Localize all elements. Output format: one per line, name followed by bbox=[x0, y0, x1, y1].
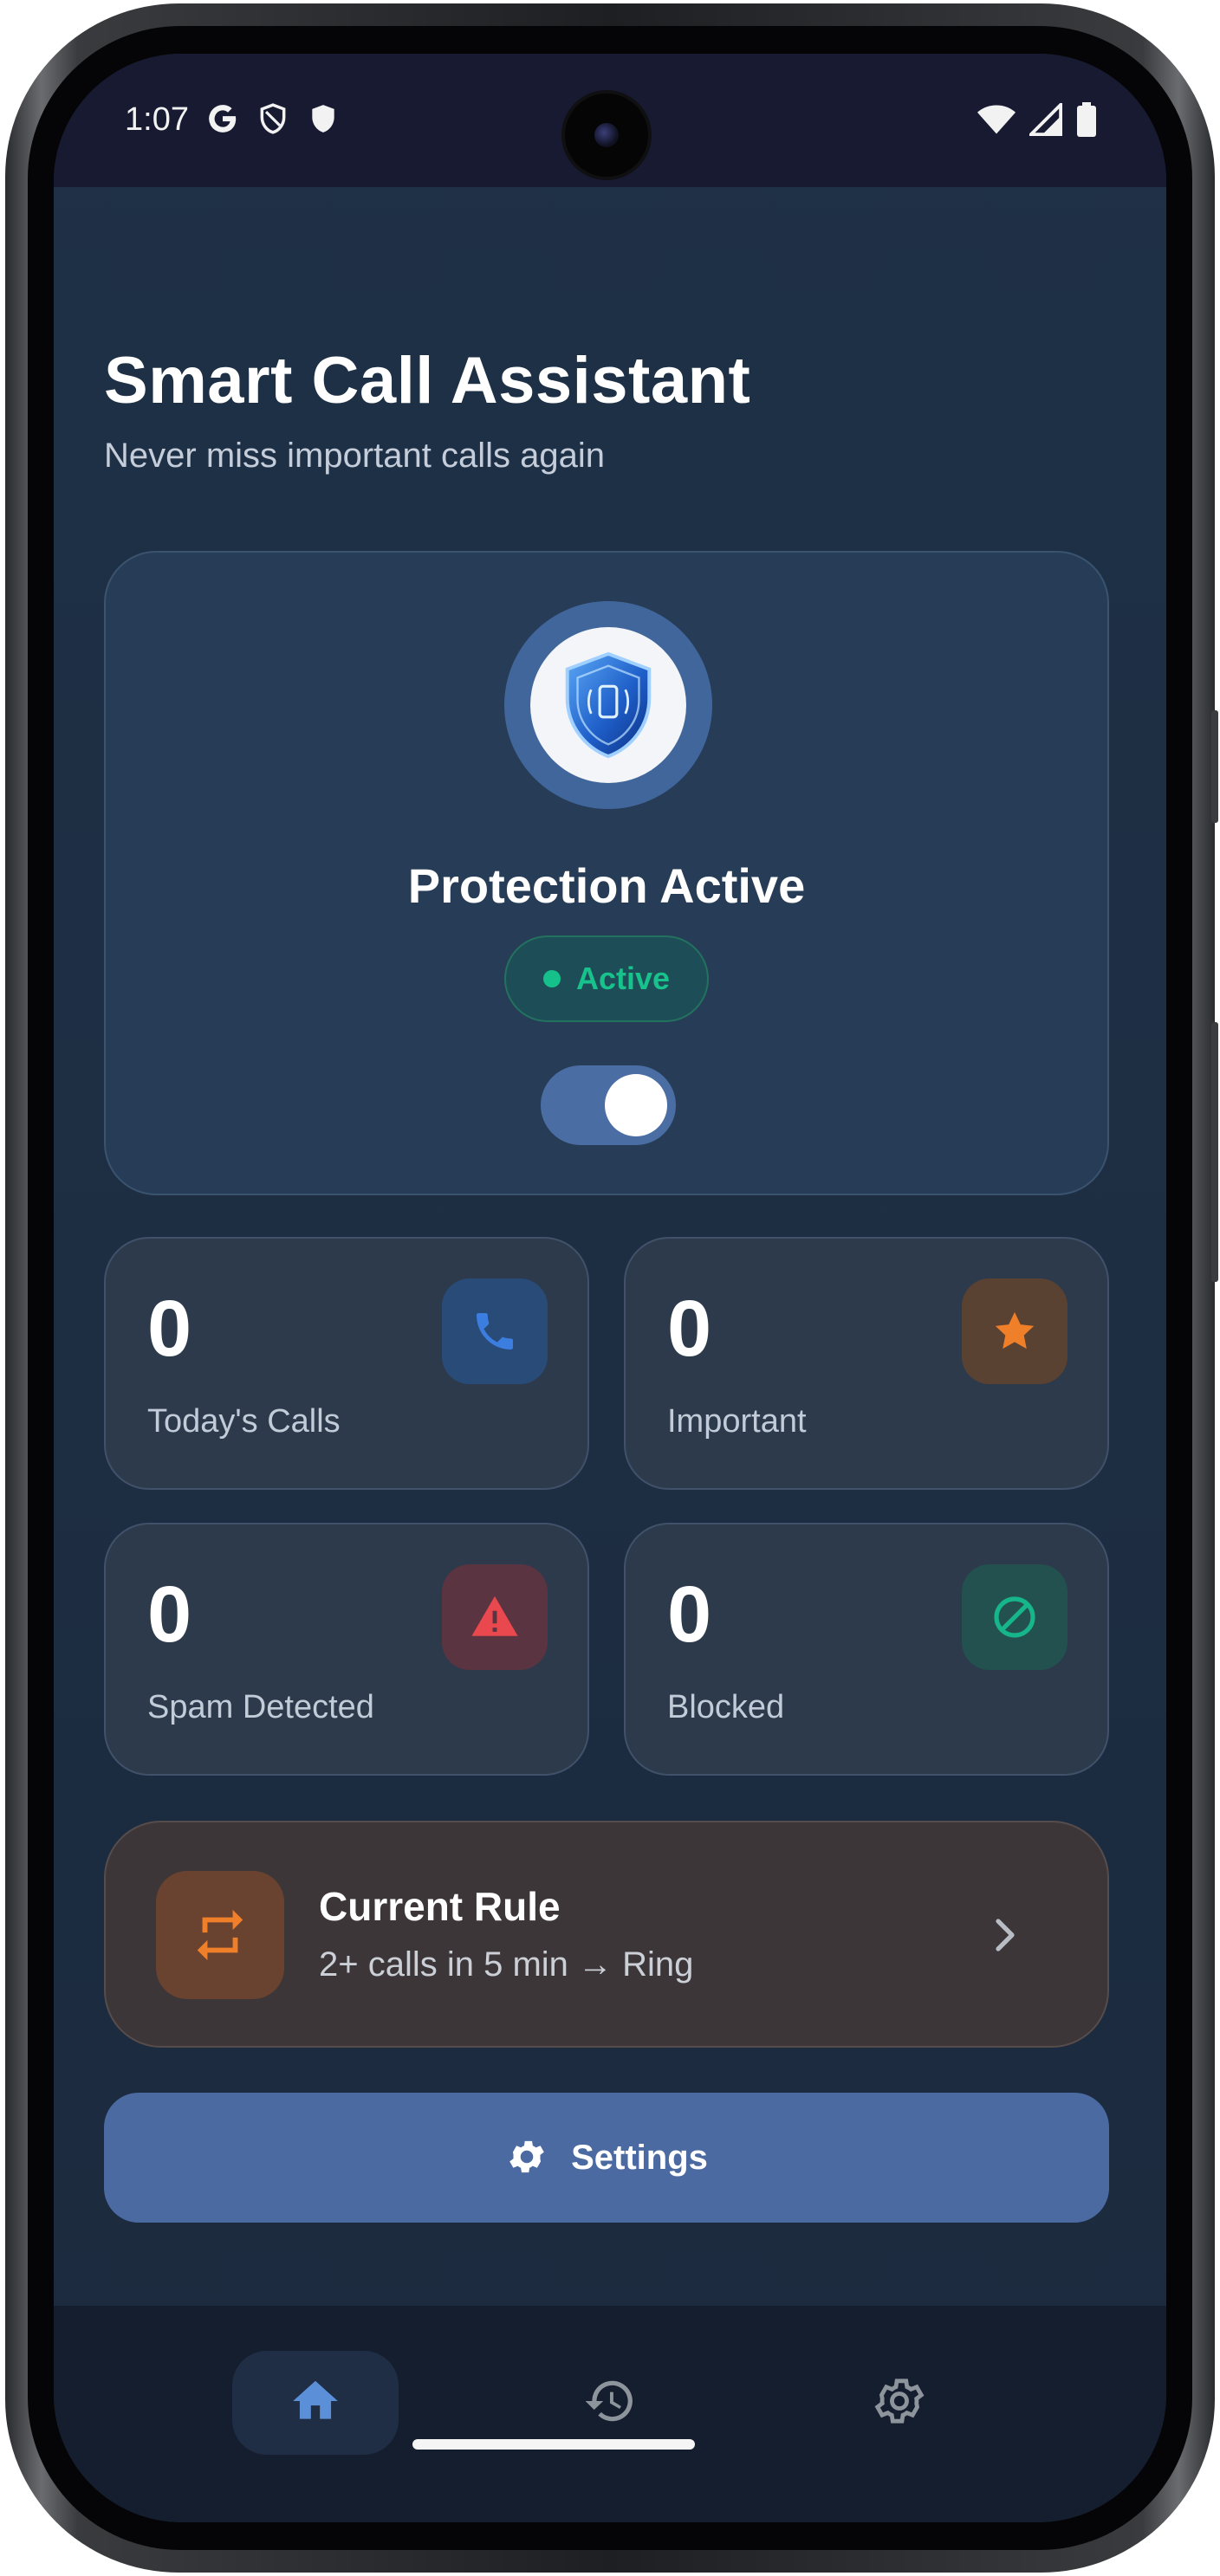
stat-label: Today's Calls bbox=[147, 1403, 341, 1440]
home-icon bbox=[289, 2374, 342, 2432]
stat-label: Blocked bbox=[667, 1689, 785, 1725]
battery-icon bbox=[1076, 102, 1097, 141]
stat-value: 0 bbox=[667, 1570, 712, 1659]
protection-card: Protection Active Active bbox=[104, 551, 1109, 1195]
front-camera bbox=[565, 94, 648, 177]
status-time: 1:07 bbox=[125, 101, 189, 138]
protection-toggle[interactable] bbox=[541, 1065, 676, 1145]
page-title: Smart Call Assistant bbox=[104, 344, 751, 417]
settings-button-label: Settings bbox=[571, 2138, 708, 2177]
shield-icon bbox=[530, 627, 686, 783]
home-indicator[interactable] bbox=[412, 2439, 695, 2450]
stat-value: 0 bbox=[147, 1285, 192, 1373]
chevron-right-icon bbox=[988, 1914, 1022, 1960]
stat-value: 0 bbox=[667, 1285, 712, 1373]
status-icons-right bbox=[977, 100, 1097, 141]
current-rule-description: 2+ calls in 5 min → Ring bbox=[319, 1945, 694, 1984]
repeat-icon bbox=[156, 1871, 284, 1999]
status-bar: 1:07 bbox=[54, 54, 1166, 187]
current-rule-title: Current Rule bbox=[319, 1884, 561, 1929]
signal-icon bbox=[1027, 100, 1062, 140]
stat-card-blocked[interactable]: 0 Blocked bbox=[624, 1523, 1109, 1776]
current-rule-card[interactable]: Current Rule 2+ calls in 5 min → Ring bbox=[104, 1821, 1109, 2048]
stat-card-important[interactable]: 0 Important bbox=[624, 1237, 1109, 1490]
shield-filled-icon bbox=[307, 102, 340, 139]
settings-icon bbox=[872, 2373, 927, 2433]
active-dot-icon bbox=[542, 970, 561, 987]
google-icon bbox=[206, 102, 239, 139]
nav-home[interactable] bbox=[232, 2351, 399, 2455]
protection-title: Protection Active bbox=[407, 858, 806, 913]
stat-label: Important bbox=[667, 1403, 807, 1440]
gear-icon bbox=[505, 2135, 548, 2181]
status-badge: Active bbox=[504, 935, 709, 1022]
toggle-knob bbox=[605, 1074, 667, 1136]
settings-button[interactable]: Settings bbox=[104, 2093, 1109, 2223]
history-icon bbox=[583, 2374, 637, 2432]
app-screen: 1:07 Smart Call Assistant Never miss imp… bbox=[54, 54, 1166, 2522]
power-button bbox=[1211, 710, 1218, 823]
wifi-icon bbox=[977, 103, 1016, 140]
warning-icon bbox=[442, 1564, 548, 1670]
status-icons-left bbox=[206, 102, 340, 139]
shield-badge bbox=[504, 601, 712, 809]
stat-label: Spam Detected bbox=[147, 1689, 374, 1725]
page-subtitle: Never miss important calls again bbox=[104, 437, 605, 475]
bottom-navigation bbox=[54, 2306, 1166, 2522]
status-badge-label: Active bbox=[575, 961, 671, 996]
nav-settings[interactable] bbox=[816, 2351, 983, 2455]
star-icon bbox=[962, 1278, 1068, 1384]
block-icon bbox=[962, 1564, 1068, 1670]
shield-outline-icon bbox=[256, 102, 289, 139]
stat-card-spam-detected[interactable]: 0 Spam Detected bbox=[104, 1523, 589, 1776]
stat-value: 0 bbox=[147, 1570, 192, 1659]
phone-icon bbox=[442, 1278, 548, 1384]
volume-button bbox=[1211, 1022, 1218, 1282]
stat-card-todays-calls[interactable]: 0 Today's Calls bbox=[104, 1237, 589, 1490]
